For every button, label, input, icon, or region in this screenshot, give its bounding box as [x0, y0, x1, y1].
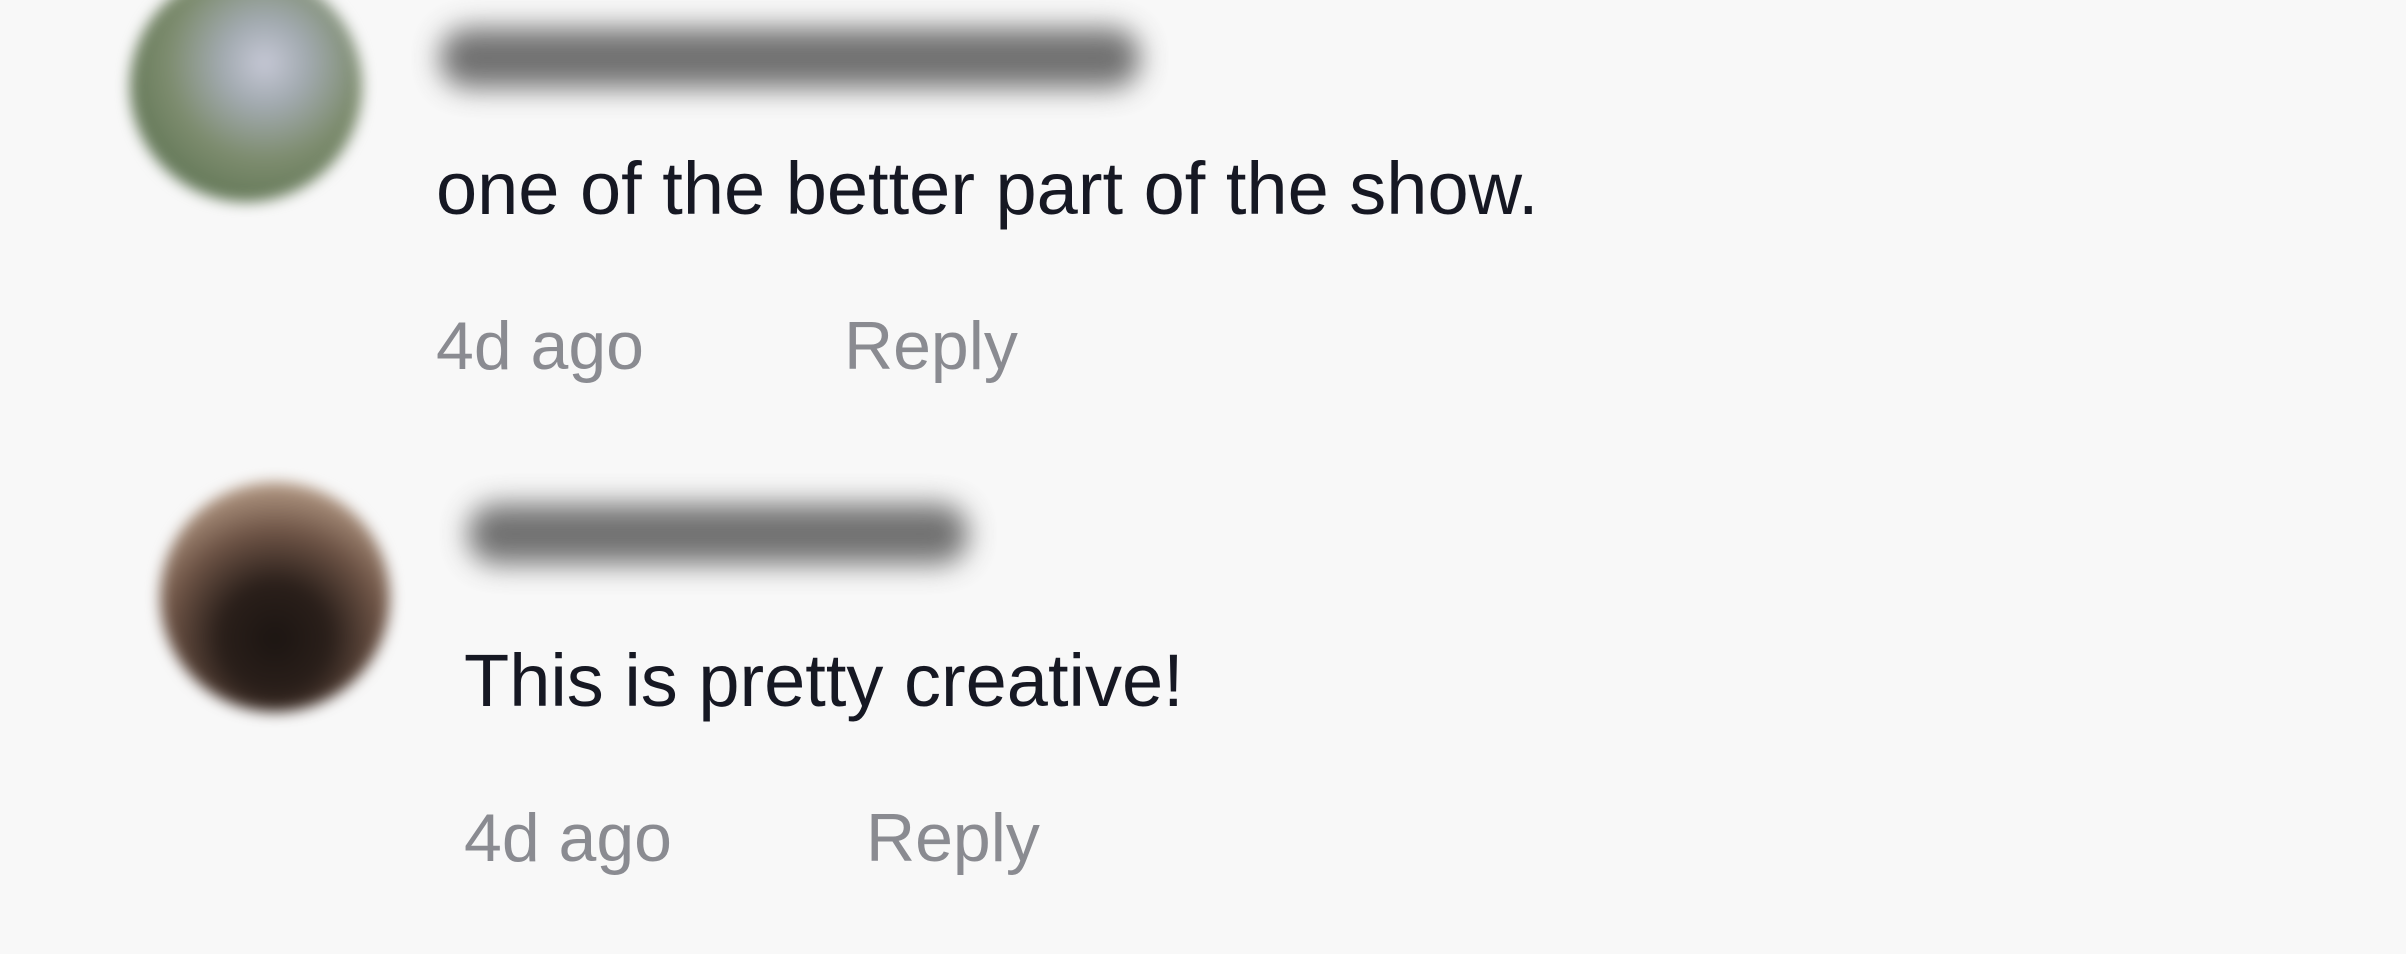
- reply-button[interactable]: Reply: [844, 312, 1018, 380]
- comment-item: This is pretty creative! 4d ago Reply: [0, 460, 2406, 954]
- username-blurred[interactable]: [440, 28, 1140, 88]
- user-avatar[interactable]: [130, 0, 362, 202]
- comment-text: This is pretty creative!: [464, 639, 1184, 722]
- comment-text: one of the better part of the show.: [436, 147, 1539, 230]
- reply-button[interactable]: Reply: [866, 804, 1040, 872]
- comment-timestamp: 4d ago: [464, 800, 672, 876]
- username-blurred[interactable]: [468, 504, 968, 564]
- user-avatar[interactable]: [160, 482, 390, 712]
- comment-timestamp: 4d ago: [436, 308, 644, 384]
- comment-item: one of the better part of the show. 4d a…: [0, 0, 2406, 460]
